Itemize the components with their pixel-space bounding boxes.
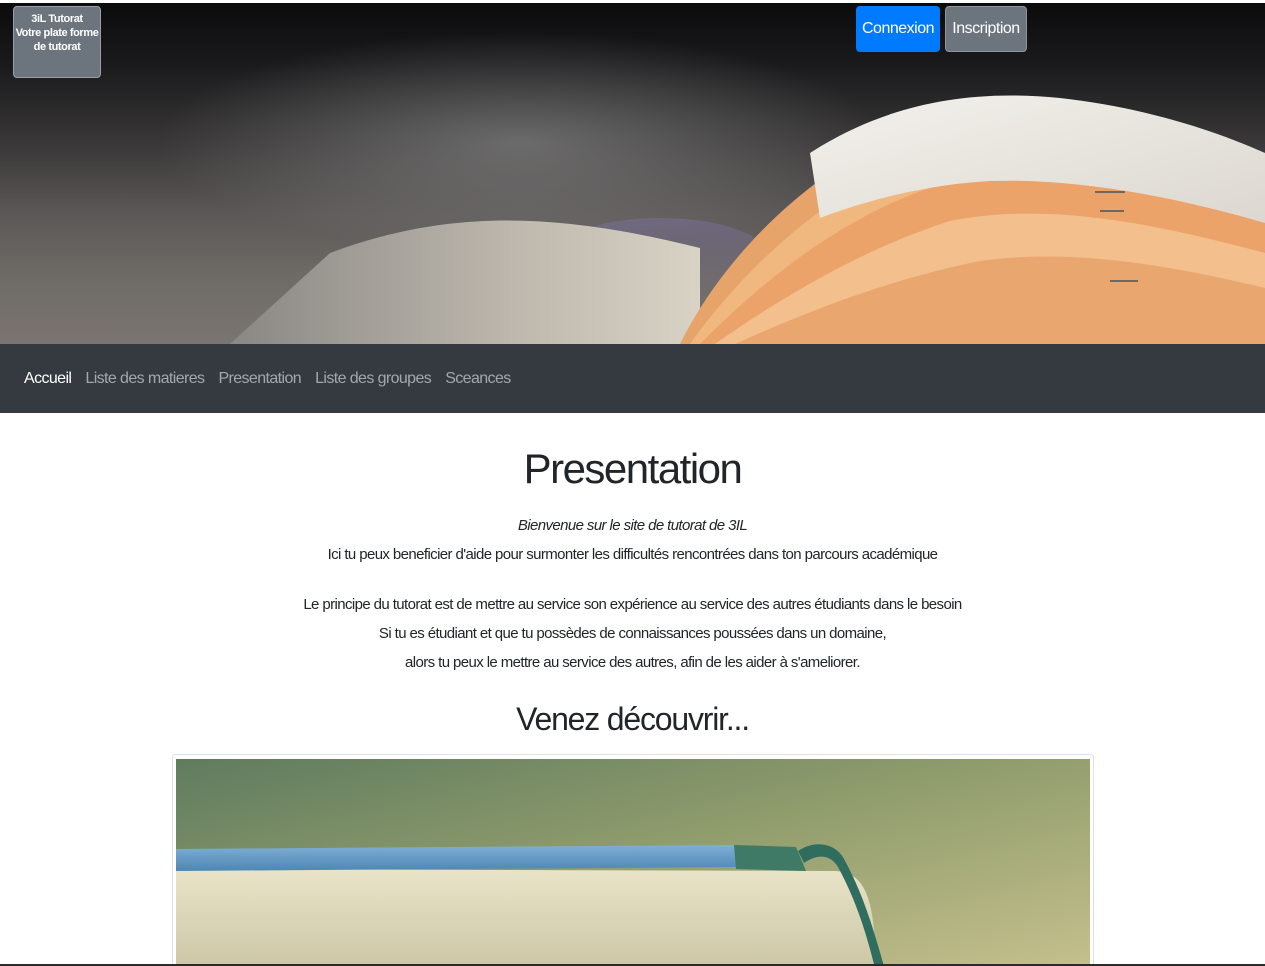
brand-line-2: Votre plate forme [15, 27, 99, 39]
discover-heading: Venez découvrir... [516, 701, 750, 737]
principe-line-1: Le principe du tutorat est de mettre au … [303, 596, 962, 613]
signup-button[interactable]: Inscription [945, 6, 1027, 52]
page-title: Presentation [523, 445, 743, 492]
main-content: Presentation Bienvenue sur le site de tu… [0, 413, 1265, 966]
nav-item-liste-matieres[interactable]: Liste des matieres [78, 370, 211, 388]
hero-banner: 3iL Tutorat Votre plate forme de tutorat… [0, 3, 1265, 344]
nav-item-presentation[interactable]: Presentation [211, 370, 308, 388]
nav-item-liste-groupes[interactable]: Liste des groupes [308, 370, 438, 388]
login-button[interactable]: Connexion [856, 6, 940, 52]
discover-book-image [176, 759, 1090, 966]
brand-line-1: 3iL Tutorat [31, 13, 83, 25]
principe-paragraph: Le principe du tutorat est de mettre au … [0, 590, 1265, 677]
principe-line-3: alors tu peux le mettre au service des a… [405, 654, 860, 671]
intro-paragraph: Bienvenue sur le site de tutorat de 3IL … [0, 511, 1265, 569]
hero-book-image [230, 95, 1265, 344]
brand-line-3: de tutorat [33, 41, 81, 53]
nav-item-accueil[interactable]: Accueil [17, 370, 78, 388]
principe-line-2: Si tu es étudiant et que tu possèdes de … [378, 625, 887, 642]
brand-logo-badge[interactable]: 3iL Tutorat Votre plate forme de tutorat [13, 6, 101, 78]
welcome-text: Bienvenue sur le site de tutorat de 3IL [517, 517, 748, 534]
nav-item-sceances[interactable]: Sceances [438, 370, 517, 388]
discover-image-frame [172, 754, 1094, 966]
intro-line: Ici tu peux beneficier d'aide pour surmo… [327, 546, 938, 563]
main-navbar: Accueil Liste des matieres Presentation … [0, 344, 1265, 413]
